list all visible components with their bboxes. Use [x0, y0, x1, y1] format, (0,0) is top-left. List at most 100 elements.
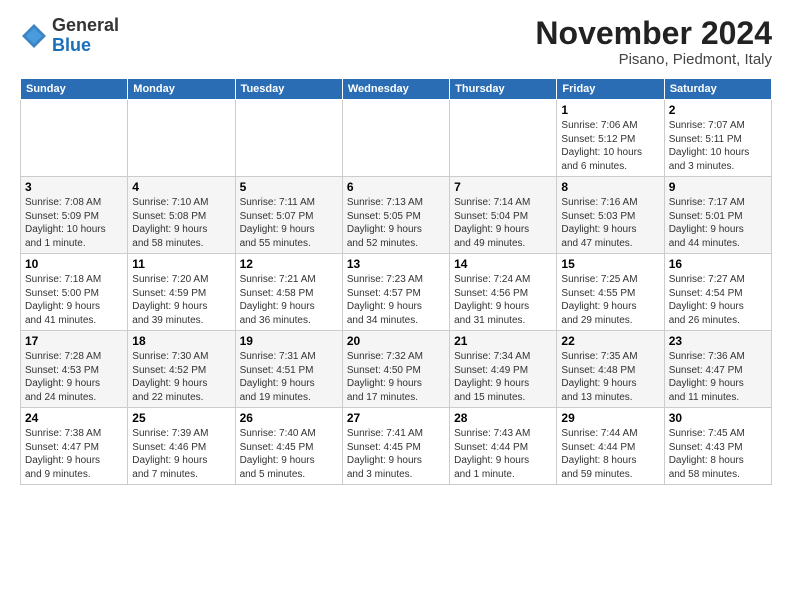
- day-number: 6: [347, 180, 445, 194]
- day-info: Sunrise: 7:06 AM Sunset: 5:12 PM Dayligh…: [561, 119, 659, 173]
- day-number: 25: [132, 411, 230, 425]
- day-number: 3: [25, 180, 123, 194]
- header: General Blue November 2024 Pisano, Piedm…: [20, 16, 772, 68]
- day-number: 11: [132, 257, 230, 271]
- day-number: 8: [561, 180, 659, 194]
- calendar-cell: 30Sunrise: 7:45 AM Sunset: 4:43 PM Dayli…: [664, 408, 771, 485]
- day-info: Sunrise: 7:16 AM Sunset: 5:03 PM Dayligh…: [561, 196, 659, 250]
- day-info: Sunrise: 7:17 AM Sunset: 5:01 PM Dayligh…: [669, 196, 767, 250]
- calendar-week-row-4: 17 Sunrise: 7:28 AM Sunset: 4:53 PM Dayli…: [21, 331, 772, 408]
- day-number: 19: [240, 334, 338, 348]
- day-number: 27: [347, 411, 445, 425]
- day-info: Sunrise: 7:40 AM Sunset: 4:45 PM Dayligh…: [240, 427, 338, 481]
- day-number: 2: [669, 103, 767, 117]
- day-info: Sunrise: 7:27 AM Sunset: 4:54 PM Dayligh…: [669, 273, 767, 327]
- day-number: 20: [347, 334, 445, 348]
- day-number: 9: [669, 180, 767, 194]
- month-title: November 2024: [535, 16, 772, 51]
- calendar-cell: [342, 100, 449, 177]
- day-info: Sunrise: 7:13 AM Sunset: 5:05 PM Dayligh…: [347, 196, 445, 250]
- day-info: Sunrise: 7:28 AM Sunset: 4:53 PM Dayligh…: [25, 350, 123, 404]
- day-info: Sunrise: 7:10 AM Sunset: 5:08 PM Dayligh…: [132, 196, 230, 250]
- calendar-cell: 11 Sunrise: 7:20 AM Sunset: 4:59 PM Dayli…: [128, 254, 235, 331]
- calendar-cell: 10Sunrise: 7:18 AM Sunset: 5:00 PM Dayli…: [21, 254, 128, 331]
- day-info: Sunrise: 7:35 AM Sunset: 4:48 PM Dayligh…: [561, 350, 659, 404]
- day-number: 16: [669, 257, 767, 271]
- day-info: Sunrise: 7:07 AM Sunset: 5:11 PM Dayligh…: [669, 119, 767, 173]
- day-number: 10: [25, 257, 123, 271]
- day-number: 30: [669, 411, 767, 425]
- day-number: 22: [561, 334, 659, 348]
- col-monday: Monday: [128, 79, 235, 100]
- logo-text: General Blue: [52, 16, 119, 56]
- calendar-cell: [235, 100, 342, 177]
- calendar-cell: [21, 100, 128, 177]
- col-wednesday: Wednesday: [342, 79, 449, 100]
- day-number: 26: [240, 411, 338, 425]
- calendar-cell: 12 Sunrise: 7:21 AM Sunset: 4:58 PM Dayli…: [235, 254, 342, 331]
- day-info: Sunrise: 7:39 AM Sunset: 4:46 PM Dayligh…: [132, 427, 230, 481]
- day-info: Sunrise: 7:20 AM Sunset: 4:59 PM Dayligh…: [132, 273, 230, 327]
- day-info: Sunrise: 7:31 AM Sunset: 4:51 PM Dayligh…: [240, 350, 338, 404]
- day-info: Sunrise: 7:38 AM Sunset: 4:47 PM Dayligh…: [25, 427, 123, 481]
- day-number: 4: [132, 180, 230, 194]
- calendar-header-row: Sunday Monday Tuesday Wednesday Thursday…: [21, 79, 772, 100]
- col-friday: Friday: [557, 79, 664, 100]
- calendar-week-row-2: 3 Sunrise: 7:08 AM Sunset: 5:09 PM Daylig…: [21, 177, 772, 254]
- calendar-cell: [450, 100, 557, 177]
- calendar-cell: 3 Sunrise: 7:08 AM Sunset: 5:09 PM Daylig…: [21, 177, 128, 254]
- calendar-cell: 7Sunrise: 7:14 AM Sunset: 5:04 PM Daylig…: [450, 177, 557, 254]
- day-info: Sunrise: 7:36 AM Sunset: 4:47 PM Dayligh…: [669, 350, 767, 404]
- day-info: Sunrise: 7:32 AM Sunset: 4:50 PM Dayligh…: [347, 350, 445, 404]
- col-tuesday: Tuesday: [235, 79, 342, 100]
- calendar-week-row-5: 24 Sunrise: 7:38 AM Sunset: 4:47 PM Dayli…: [21, 408, 772, 485]
- day-info: Sunrise: 7:30 AM Sunset: 4:52 PM Dayligh…: [132, 350, 230, 404]
- col-thursday: Thursday: [450, 79, 557, 100]
- day-info: Sunrise: 7:11 AM Sunset: 5:07 PM Dayligh…: [240, 196, 338, 250]
- day-info: Sunrise: 7:21 AM Sunset: 4:58 PM Dayligh…: [240, 273, 338, 327]
- day-number: 12: [240, 257, 338, 271]
- calendar-cell: [128, 100, 235, 177]
- calendar-cell: 18 Sunrise: 7:30 AM Sunset: 4:52 PM Dayli…: [128, 331, 235, 408]
- day-info: Sunrise: 7:24 AM Sunset: 4:56 PM Dayligh…: [454, 273, 552, 327]
- day-number: 14: [454, 257, 552, 271]
- calendar-cell: 21Sunrise: 7:34 AM Sunset: 4:49 PM Dayli…: [450, 331, 557, 408]
- day-info: Sunrise: 7:14 AM Sunset: 5:04 PM Dayligh…: [454, 196, 552, 250]
- location: Pisano, Piedmont, Italy: [535, 51, 772, 68]
- day-number: 17: [25, 334, 123, 348]
- day-number: 5: [240, 180, 338, 194]
- day-number: 21: [454, 334, 552, 348]
- calendar-cell: 25 Sunrise: 7:39 AM Sunset: 4:46 PM Dayli…: [128, 408, 235, 485]
- calendar-cell: 22 Sunrise: 7:35 AM Sunset: 4:48 PM Dayli…: [557, 331, 664, 408]
- calendar-cell: 1 Sunrise: 7:06 AM Sunset: 5:12 PM Daylig…: [557, 100, 664, 177]
- logo-icon: [20, 22, 48, 50]
- day-number: 1: [561, 103, 659, 117]
- title-block: November 2024 Pisano, Piedmont, Italy: [535, 16, 772, 68]
- day-number: 28: [454, 411, 552, 425]
- calendar-cell: 26 Sunrise: 7:40 AM Sunset: 4:45 PM Dayli…: [235, 408, 342, 485]
- day-info: Sunrise: 7:41 AM Sunset: 4:45 PM Dayligh…: [347, 427, 445, 481]
- day-info: Sunrise: 7:23 AM Sunset: 4:57 PM Dayligh…: [347, 273, 445, 327]
- calendar-cell: 9 Sunrise: 7:17 AM Sunset: 5:01 PM Daylig…: [664, 177, 771, 254]
- calendar-table: Sunday Monday Tuesday Wednesday Thursday…: [20, 78, 772, 485]
- day-number: 24: [25, 411, 123, 425]
- calendar-cell: 5 Sunrise: 7:11 AM Sunset: 5:07 PM Daylig…: [235, 177, 342, 254]
- calendar-cell: 17 Sunrise: 7:28 AM Sunset: 4:53 PM Dayli…: [21, 331, 128, 408]
- calendar-cell: 28Sunrise: 7:43 AM Sunset: 4:44 PM Dayli…: [450, 408, 557, 485]
- calendar-cell: 14 Sunrise: 7:24 AM Sunset: 4:56 PM Dayli…: [450, 254, 557, 331]
- day-info: Sunrise: 7:08 AM Sunset: 5:09 PM Dayligh…: [25, 196, 123, 250]
- logo: General Blue: [20, 16, 119, 56]
- day-info: Sunrise: 7:44 AM Sunset: 4:44 PM Dayligh…: [561, 427, 659, 481]
- day-info: Sunrise: 7:25 AM Sunset: 4:55 PM Dayligh…: [561, 273, 659, 327]
- calendar-cell: 29 Sunrise: 7:44 AM Sunset: 4:44 PM Dayli…: [557, 408, 664, 485]
- calendar-cell: 16 Sunrise: 7:27 AM Sunset: 4:54 PM Dayli…: [664, 254, 771, 331]
- calendar-cell: 8 Sunrise: 7:16 AM Sunset: 5:03 PM Daylig…: [557, 177, 664, 254]
- calendar-cell: 23Sunrise: 7:36 AM Sunset: 4:47 PM Dayli…: [664, 331, 771, 408]
- col-sunday: Sunday: [21, 79, 128, 100]
- logo-blue-text: Blue: [52, 35, 91, 55]
- day-number: 18: [132, 334, 230, 348]
- calendar-week-row-3: 10Sunrise: 7:18 AM Sunset: 5:00 PM Dayli…: [21, 254, 772, 331]
- day-number: 13: [347, 257, 445, 271]
- calendar-cell: 20 Sunrise: 7:32 AM Sunset: 4:50 PM Dayli…: [342, 331, 449, 408]
- day-number: 29: [561, 411, 659, 425]
